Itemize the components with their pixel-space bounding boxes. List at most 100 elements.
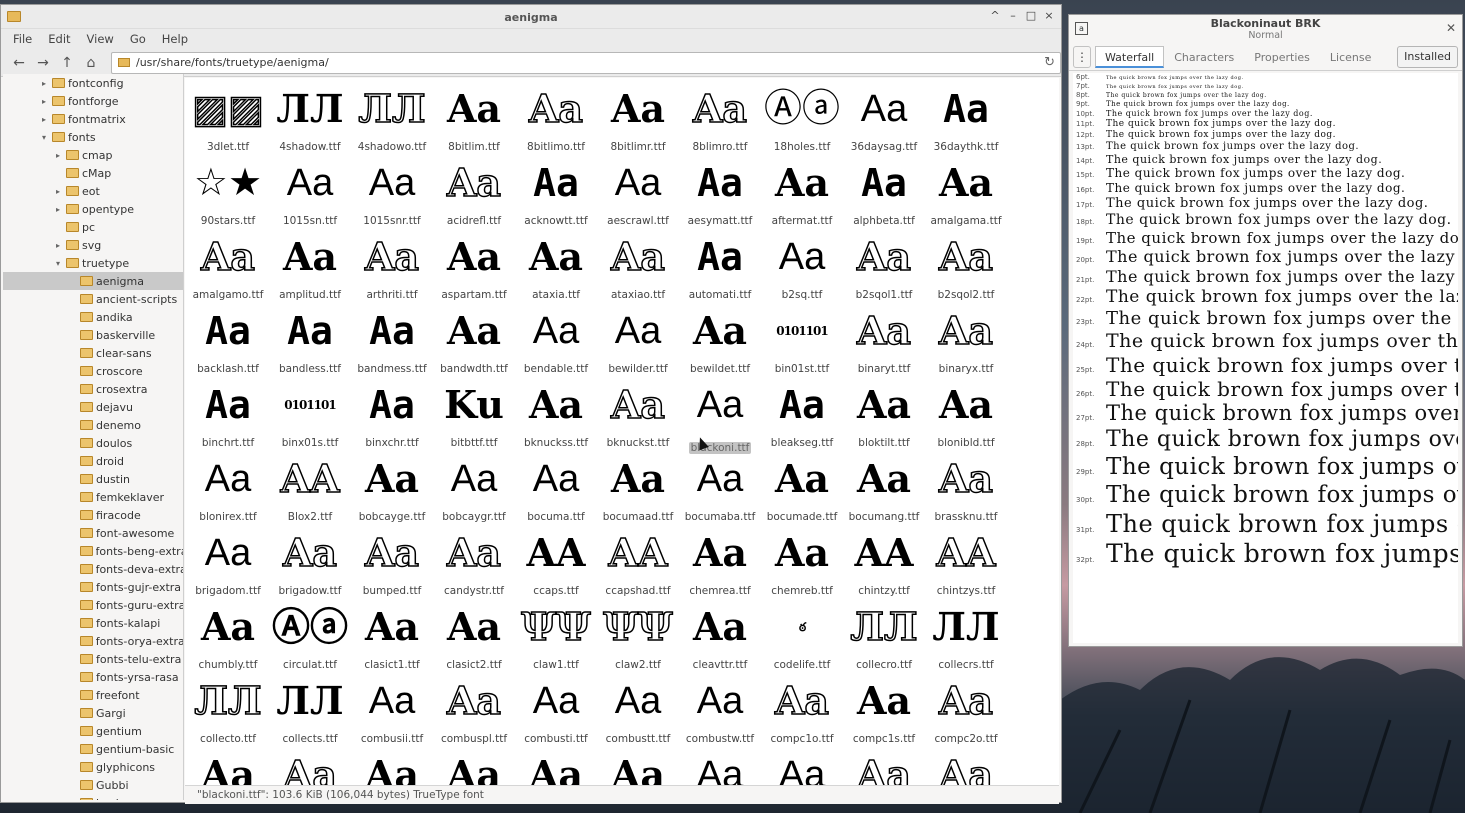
file-item[interactable]: ЛЛ collecro.ttf xyxy=(843,602,925,676)
file-item[interactable]: Aa automati.ttf xyxy=(679,232,761,306)
file-item[interactable]: ▨▨ 3dlet.ttf xyxy=(187,84,269,158)
menu-view[interactable]: View xyxy=(79,32,122,46)
tree-item-ancient-scripts[interactable]: ancient-scripts xyxy=(3,290,183,308)
file-item[interactable]: Aa 1015snr.ttf xyxy=(351,158,433,232)
tree-item-opentype[interactable]: ▸ opentype xyxy=(3,200,183,218)
file-item[interactable]: Aa clasict2.ttf xyxy=(433,602,515,676)
chevron-right-icon[interactable]: ▸ xyxy=(39,79,49,88)
file-item[interactable]: Aa 8blimro.ttf xyxy=(679,84,761,158)
file-item[interactable]: Aa 1015sn.ttf xyxy=(269,158,351,232)
file-item[interactable]: Aa bandwdth.ttf xyxy=(433,306,515,380)
file-item[interactable]: Aa combustw.ttf xyxy=(679,676,761,750)
file-item[interactable]: Aa b2sqol2.ttf xyxy=(925,232,1007,306)
tree-item-fonts-beng-extra[interactable]: fonts-beng-extra xyxy=(3,542,183,560)
file-item[interactable]: Aa xyxy=(351,750,433,785)
file-item[interactable]: Aa bandmess.ttf xyxy=(351,306,433,380)
tree-item-glyphicons[interactable]: glyphicons xyxy=(3,758,183,776)
forward-arrow-icon[interactable]: → xyxy=(31,52,55,74)
file-item[interactable]: ఠ codelife.ttf xyxy=(761,602,843,676)
file-item[interactable]: ЛЛ collects.ttf xyxy=(269,676,351,750)
file-item[interactable]: Aa bewildet.ttf xyxy=(679,306,761,380)
file-item[interactable]: 0101101 bin01st.ttf xyxy=(761,306,843,380)
file-item[interactable]: Aa chemrea.ttf xyxy=(679,528,761,602)
file-item[interactable]: Aa compc1s.ttf xyxy=(843,676,925,750)
tree-item-fonts-deva-extra[interactable]: fonts-deva-extra xyxy=(3,560,183,578)
file-item[interactable]: Aa bumped.ttf xyxy=(351,528,433,602)
tree-item-fontmatrix[interactable]: ▸ fontmatrix xyxy=(3,110,183,128)
tree-item-eot[interactable]: ▸ eot xyxy=(3,182,183,200)
tree-item-dustin[interactable]: dustin xyxy=(3,470,183,488)
tree-item-droid[interactable]: droid xyxy=(3,452,183,470)
tree-item-cmap[interactable]: cMap xyxy=(3,164,183,182)
tree-item-fonts-guru-extra[interactable]: fonts-guru-extra xyxy=(3,596,183,614)
file-item[interactable]: Aa xyxy=(761,750,843,785)
location-bar[interactable]: /usr/share/fonts/truetype/aenigma/ ↻ xyxy=(111,51,1061,74)
file-item[interactable]: Aa cleavttr.ttf xyxy=(679,602,761,676)
file-item[interactable]: Aa binxchr.ttf xyxy=(351,380,433,454)
menu-go[interactable]: Go xyxy=(122,32,154,46)
file-item[interactable]: Aa brigadom.ttf xyxy=(187,528,269,602)
up-arrow-icon[interactable]: ↑ xyxy=(55,52,79,74)
tab-characters[interactable]: Characters xyxy=(1164,46,1244,68)
file-item[interactable]: Aa amalgamo.ttf xyxy=(187,232,269,306)
file-item[interactable]: Aa bocumaad.ttf xyxy=(597,454,679,528)
tree-item-doulos[interactable]: doulos xyxy=(3,434,183,452)
tree-item-gubbi[interactable]: Gubbi xyxy=(3,776,183,794)
file-item[interactable]: AA ccaps.ttf xyxy=(515,528,597,602)
tree-item-firacode[interactable]: firacode xyxy=(3,506,183,524)
file-item[interactable]: ☆★ 90stars.ttf xyxy=(187,158,269,232)
file-item[interactable]: Aa combustt.ttf xyxy=(597,676,679,750)
file-item[interactable]: ΨΨ claw2.ttf xyxy=(597,602,679,676)
tree-item-fontforge[interactable]: ▸ fontforge xyxy=(3,92,183,110)
file-item[interactable]: Aa xyxy=(269,750,351,785)
tree-item-gentium-basic[interactable]: gentium-basic xyxy=(3,740,183,758)
tree-item-gentium[interactable]: gentium xyxy=(3,722,183,740)
tab-waterfall[interactable]: Waterfall xyxy=(1095,45,1165,68)
tree-item-fontconfig[interactable]: ▸ fontconfig xyxy=(3,74,183,92)
file-item[interactable]: AA chintzys.ttf xyxy=(925,528,1007,602)
tree-item-hack[interactable]: hack xyxy=(3,794,183,800)
file-item[interactable]: Aa 8bitlim.ttf xyxy=(433,84,515,158)
chevron-right-icon[interactable]: ▸ xyxy=(53,151,63,160)
tree-item-crosextra[interactable]: crosextra xyxy=(3,380,183,398)
close-icon[interactable]: ✕ xyxy=(1446,21,1456,35)
file-item[interactable]: Aa brigadow.ttf xyxy=(269,528,351,602)
chevron-down-icon[interactable]: ▾ xyxy=(53,259,63,268)
file-item[interactable]: Ku bitbttf.ttf xyxy=(433,380,515,454)
file-item[interactable]: Aa bknuckss.ttf xyxy=(515,380,597,454)
file-item[interactable]: Aa 8bitlimr.ttf xyxy=(597,84,679,158)
file-item[interactable]: Aa bendable.ttf xyxy=(515,306,597,380)
file-item[interactable]: ЛЛ 4shadow.ttf xyxy=(269,84,351,158)
file-item[interactable]: Aa bocuma.ttf xyxy=(515,454,597,528)
maximize-button[interactable]: □ xyxy=(1025,9,1037,23)
file-item[interactable]: Aa binchrt.ttf xyxy=(187,380,269,454)
tree-item-fonts-telu-extra[interactable]: fonts-telu-extra xyxy=(3,650,183,668)
file-item[interactable]: Aa 36daysag.ttf xyxy=(843,84,925,158)
file-item[interactable]: Aa bknuckst.ttf xyxy=(597,380,679,454)
file-item[interactable]: Aa brassknu.ttf xyxy=(925,454,1007,528)
file-item[interactable]: Aa bobcaygr.ttf xyxy=(433,454,515,528)
chevron-right-icon[interactable]: ▸ xyxy=(53,205,63,214)
menu-help[interactable]: Help xyxy=(154,32,196,46)
home-icon[interactable]: ⌂ xyxy=(79,52,103,74)
file-item[interactable]: Aa 8bitlimo.ttf xyxy=(515,84,597,158)
file-item[interactable]: Aa aftermat.ttf xyxy=(761,158,843,232)
font-viewer-titlebar[interactable]: a Blackoninaut BRK Normal ✕ xyxy=(1069,15,1462,43)
file-item[interactable]: Aa bocumang.ttf xyxy=(843,454,925,528)
chevron-down-icon[interactable]: ▾ xyxy=(39,133,49,142)
file-item[interactable]: Aa amplitud.ttf xyxy=(269,232,351,306)
file-item[interactable]: Aa backlash.ttf xyxy=(187,306,269,380)
tab-properties[interactable]: Properties xyxy=(1244,46,1320,68)
file-manager-titlebar[interactable]: aenigma ^ – □ × xyxy=(1,5,1061,29)
file-item[interactable]: ЛЛ 4shadowo.ttf xyxy=(351,84,433,158)
file-item[interactable]: Aa combusii.ttf xyxy=(351,676,433,750)
file-item[interactable]: Aa chemreb.ttf xyxy=(761,528,843,602)
tree-item-dejavu[interactable]: dejavu xyxy=(3,398,183,416)
file-item[interactable]: Aa aspartam.ttf xyxy=(433,232,515,306)
back-arrow-icon[interactable]: ← xyxy=(7,52,31,74)
file-item[interactable]: Aa combuspl.ttf xyxy=(433,676,515,750)
menu-file[interactable]: File xyxy=(5,32,40,46)
file-item[interactable]: Aa bandless.ttf xyxy=(269,306,351,380)
tree-item-fonts-orya-extra[interactable]: fonts-orya-extra xyxy=(3,632,183,650)
tree-item-pc[interactable]: pc xyxy=(3,218,183,236)
